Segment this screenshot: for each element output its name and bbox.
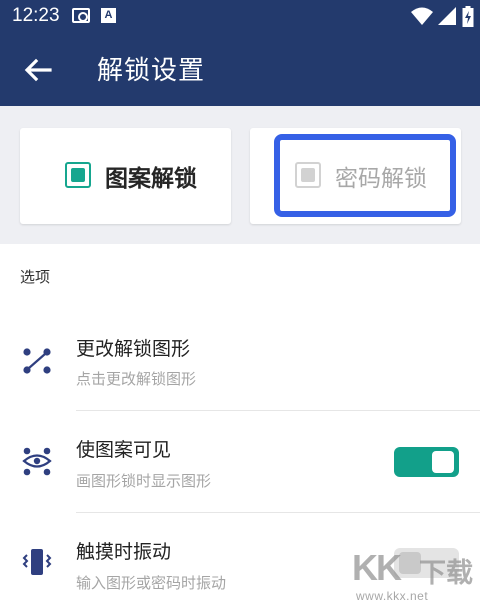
toggle-knob [432,451,454,473]
option-title: 使图案可见 [76,439,172,461]
watermark-mark: KK [352,547,402,588]
divider [76,512,480,513]
option-subtitle: 画图形锁时显示图形 [76,472,212,490]
a-icon: A [101,8,116,23]
pattern-icon [23,348,51,374]
pattern-unlock-label: 图案解锁 [105,166,197,192]
option-title: 触摸时振动 [76,541,172,563]
divider [76,410,480,411]
show-pattern-toggle[interactable] [394,447,459,477]
status-time: 12:23 [12,5,60,26]
password-unlock-highlight [274,134,456,217]
option-subtitle: 点击更改解锁图形 [76,370,197,388]
page-title: 解锁设置 [97,56,206,86]
back-arrow-icon[interactable] [22,54,54,86]
watermark-text: 下载 [419,558,473,589]
signal-icon [438,7,456,25]
checkbox-checked-icon[interactable] [65,162,91,188]
battery-charging-icon [462,6,474,27]
photo-icon [72,8,90,23]
option-subtitle: 输入图形或密码时振动 [76,574,227,592]
pattern-unlock-card[interactable]: 图案解锁 [20,128,231,224]
watermark-logo: KK 下载 www.kkx.net [352,547,474,605]
status-bar: 12:23 A [0,0,480,34]
vibrate-icon [22,549,52,575]
option-title: 更改解锁图形 [76,338,191,360]
eye-pattern-icon [22,447,52,476]
option-change-pattern[interactable]: 更改解锁图形 点击更改解锁图形 [0,312,480,412]
app-bar: 解锁设置 [0,34,480,106]
wifi-icon [411,7,433,25]
watermark-url: www.kkx.net [356,589,429,603]
section-header-options: 选项 [20,268,51,286]
